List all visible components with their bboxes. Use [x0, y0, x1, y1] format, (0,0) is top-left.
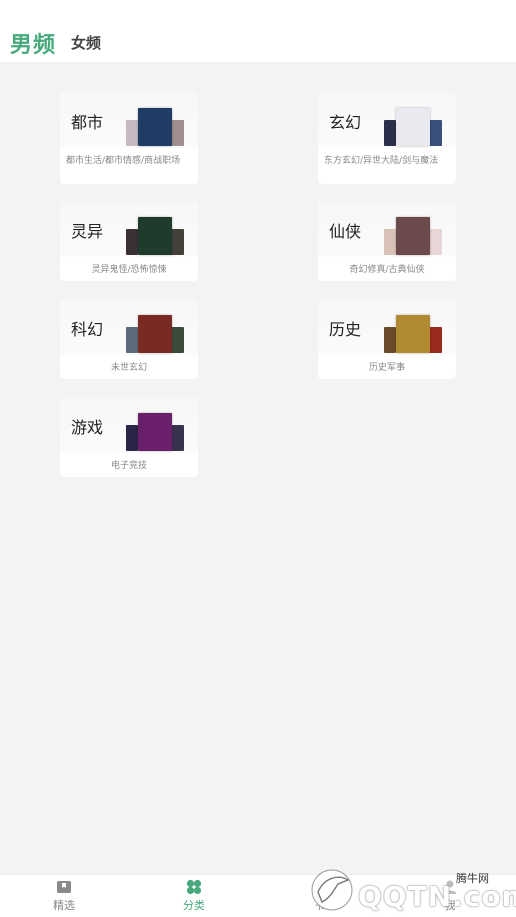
book-cover [396, 315, 430, 353]
category-card-xianxia[interactable]: 仙侠 奇幻修真/古典仙侠 [318, 201, 456, 281]
book-covers [384, 108, 442, 146]
category-subtitle: 未世玄幻 [110, 363, 147, 373]
book-cover [428, 229, 442, 255]
tab-female[interactable]: 女频 [71, 32, 101, 53]
book-cover [170, 425, 184, 451]
book-cover [170, 229, 184, 255]
book-covers [384, 315, 442, 353]
category-title: 玄幻 [329, 113, 362, 132]
category-subtitle: 东方玄幻/异世大陆/剑与魔法 [324, 156, 439, 166]
book-covers [126, 217, 184, 255]
category-subtitle: 奇幻修真/古典仙侠 [349, 265, 425, 275]
book-covers [126, 108, 184, 146]
book-cover [138, 413, 172, 451]
book-cover [126, 425, 138, 451]
book-cover [138, 217, 172, 255]
book-cover [396, 217, 430, 255]
book-cover [428, 327, 442, 353]
category-title: 历史 [329, 320, 362, 339]
category-title: 游戏 [71, 418, 104, 437]
book-cover [126, 327, 138, 353]
category-card-scifi[interactable]: 科幻 未世玄幻 [60, 299, 198, 379]
category-title: 灵异 [71, 222, 104, 241]
watermark-main-text: QQTN.com [358, 880, 516, 913]
book-covers [384, 217, 442, 255]
category-card-supernatural[interactable]: 灵异 灵异鬼怪/恐怖惊悚 [60, 201, 198, 281]
category-subtitle: 电子竞技 [110, 461, 147, 471]
category-title: 科幻 [71, 320, 104, 339]
grid-icon [186, 879, 202, 895]
book-cover [170, 120, 184, 146]
category-title: 都市 [71, 113, 104, 132]
nav-label: 分类 [183, 899, 205, 912]
book-cover [170, 327, 184, 353]
nav-category[interactable]: 分类 [164, 879, 224, 913]
book-covers [126, 315, 184, 353]
book-cover [138, 315, 172, 353]
category-subtitle: 历史军事 [368, 363, 405, 373]
book-cover [428, 120, 442, 146]
nav-label: 精选 [53, 899, 75, 912]
book-cover [384, 120, 396, 146]
category-subtitle: 都市生活/都市情感/商战职场 [66, 156, 181, 166]
watermark: 腾牛网 QQTN.com [308, 862, 516, 916]
top-header: 男频 女频 [0, 0, 516, 62]
bookmark-icon [57, 881, 71, 893]
tab-male[interactable]: 男频 [10, 27, 56, 59]
category-card-games[interactable]: 游戏 电子竞技 [60, 397, 198, 477]
category-card-history[interactable]: 历史 历史军事 [318, 299, 456, 379]
nav-featured[interactable]: 精选 [34, 879, 94, 913]
category-title: 仙侠 [329, 222, 362, 241]
book-cover [396, 108, 430, 146]
book-cover [126, 120, 138, 146]
watermark-logo-icon [311, 869, 353, 911]
category-card-fantasy[interactable]: 玄幻 东方玄幻/异世大陆/剑与魔法 [318, 92, 456, 184]
category-card-urban[interactable]: 都市 都市生活/都市情感/商战职场 [60, 92, 198, 184]
book-cover [138, 108, 172, 146]
book-cover [126, 229, 138, 255]
book-cover [384, 229, 396, 255]
category-subtitle: 灵异鬼怪/恐怖惊悚 [91, 265, 167, 275]
book-cover [384, 327, 396, 353]
book-covers [126, 413, 184, 451]
